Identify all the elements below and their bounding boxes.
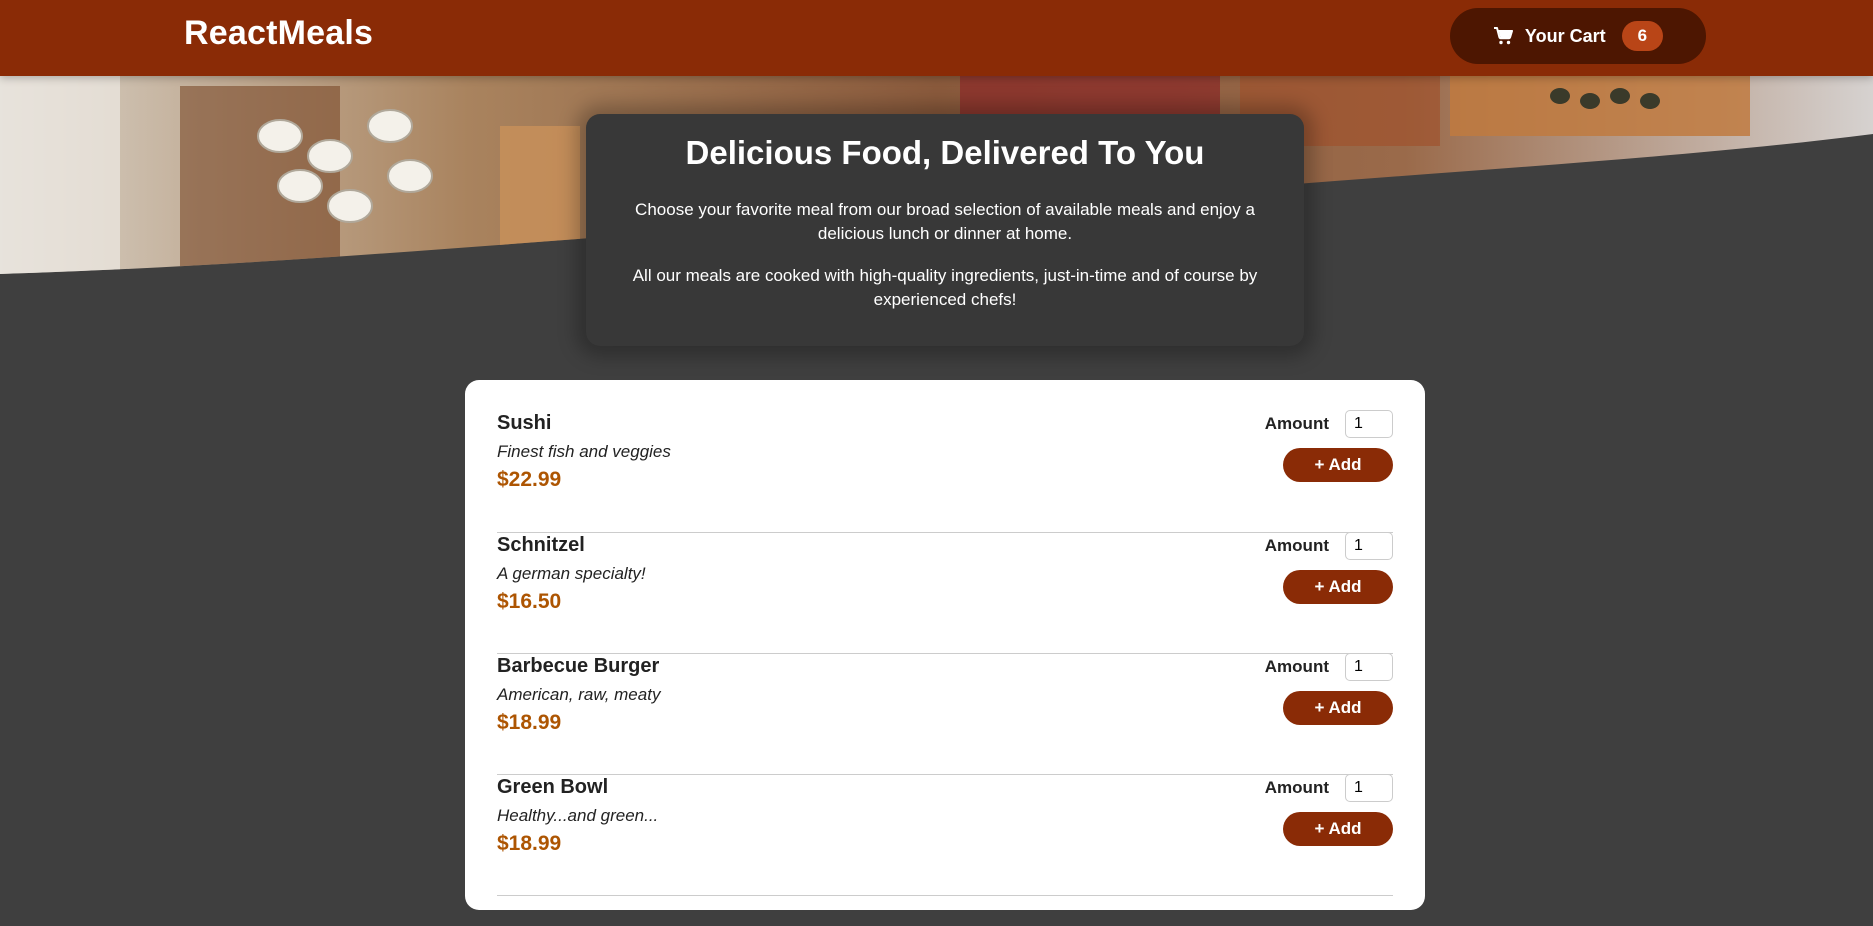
meal-item: Schnitzel A german specialty! $16.50 Amo… xyxy=(497,532,1393,654)
amount-label: Amount xyxy=(1264,657,1329,676)
meal-description: Healthy...and green... xyxy=(497,806,659,825)
meal-description: Finest fish and veggies xyxy=(497,442,671,461)
app-header: ReactMeals Your Cart 6 xyxy=(0,0,1873,76)
amount-input[interactable] xyxy=(1345,532,1393,560)
meal-description: American, raw, meaty xyxy=(497,685,661,704)
meal-price: $18.99 xyxy=(497,832,562,855)
meal-description: A german specialty! xyxy=(497,564,646,583)
summary-paragraph: Choose your favorite meal from our broad… xyxy=(635,200,1255,243)
meal-item: Sushi Finest fish and veggies $22.99 Amo… xyxy=(497,410,1393,533)
available-meals-card: Sushi Finest fish and veggies $22.99 Amo… xyxy=(465,380,1425,910)
meal-item: Barbecue Burger American, raw, meaty $18… xyxy=(497,653,1393,775)
add-button[interactable]: + Add xyxy=(1283,448,1393,482)
add-button[interactable]: + Add xyxy=(1283,570,1393,604)
cart-icon xyxy=(1493,26,1513,46)
meal-name: Barbecue Burger xyxy=(497,655,660,677)
add-button[interactable]: + Add xyxy=(1283,691,1393,725)
meal-list: Sushi Finest fish and veggies $22.99 Amo… xyxy=(497,380,1393,896)
amount-label: Amount xyxy=(1264,536,1329,555)
amount-label: Amount xyxy=(1264,778,1329,797)
brand-title: ReactMeals xyxy=(184,14,374,52)
meal-price: $16.50 xyxy=(497,590,562,613)
meal-name: Schnitzel xyxy=(497,534,585,556)
summary-paragraph: All our meals are cooked with high-quali… xyxy=(632,266,1258,309)
meal-item: Green Bowl Healthy...and green... $18.99… xyxy=(497,774,1393,896)
meal-name: Green Bowl xyxy=(497,776,609,798)
meal-price: $18.99 xyxy=(497,711,562,734)
meals-summary: Delicious Food, Delivered To You Choose … xyxy=(586,114,1304,346)
summary-title: Delicious Food, Delivered To You xyxy=(685,134,1205,171)
meal-price: $22.99 xyxy=(497,468,562,491)
amount-input[interactable] xyxy=(1345,410,1393,438)
cart-count-badge: 6 xyxy=(1621,21,1664,51)
amount-input[interactable] xyxy=(1345,653,1393,681)
amount-label: Amount xyxy=(1264,414,1329,433)
cart-button[interactable]: Your Cart 6 xyxy=(1450,8,1706,64)
add-button[interactable]: + Add xyxy=(1283,812,1393,846)
cart-label: Your Cart xyxy=(1524,25,1606,46)
amount-input[interactable] xyxy=(1345,774,1393,802)
meal-name: Sushi xyxy=(497,412,552,434)
